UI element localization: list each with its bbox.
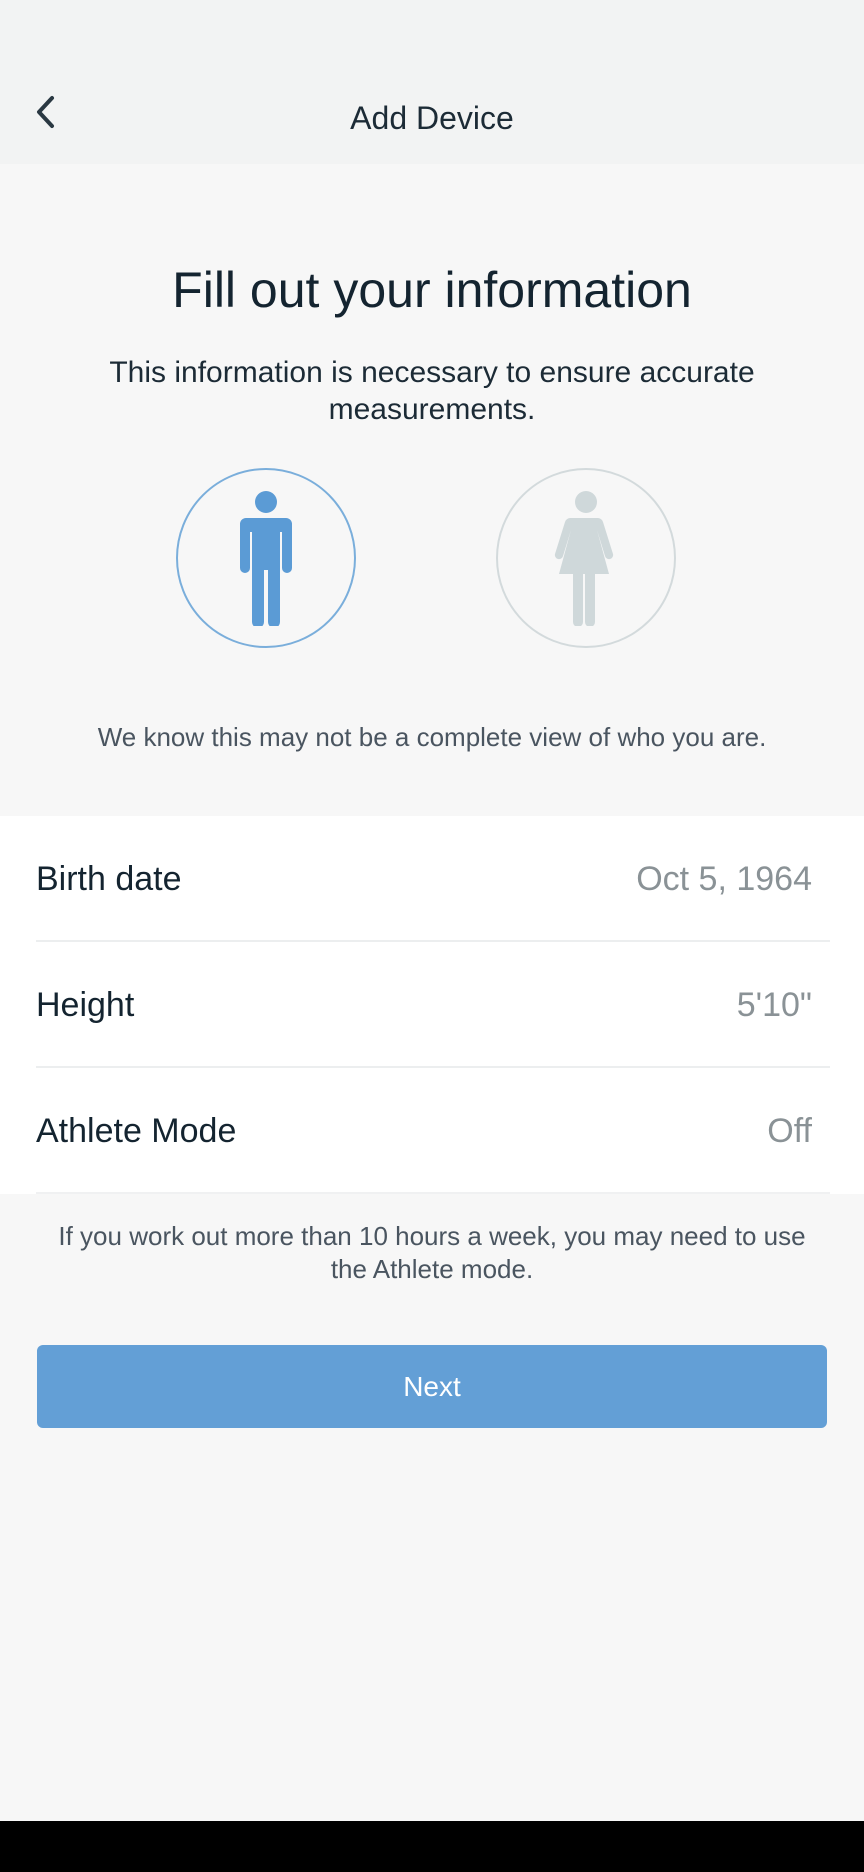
status-bar: [0, 0, 864, 64]
birth-date-label: Birth date: [36, 860, 182, 898]
page-subtitle: This information is necessary to ensure …: [109, 356, 755, 426]
next-button[interactable]: Next: [37, 1345, 827, 1428]
gender-option-male[interactable]: [176, 468, 356, 648]
height-value: 5'10": [736, 986, 812, 1024]
athlete-mode-label: Athlete Mode: [36, 1112, 237, 1150]
disclaimer-text: We know this may not be a complete view …: [97, 722, 767, 752]
athlete-mode-value: Off: [767, 1112, 812, 1150]
settings-list: Birth date Oct 5, 1964 Height 5'10" Athl…: [0, 816, 864, 1194]
gender-option-female[interactable]: [496, 468, 676, 648]
header-title: Add Device: [350, 100, 514, 136]
intro-section: Fill out your information This informati…: [0, 164, 864, 816]
page-title: Fill out your information: [172, 262, 692, 318]
app-header: Add Device: [0, 64, 864, 164]
athlete-mode-note: If you work out more than 10 hours a wee…: [58, 1221, 806, 1284]
athlete-mode-row[interactable]: Athlete Mode Off: [36, 1068, 830, 1194]
height-label: Height: [36, 986, 135, 1024]
birth-date-row[interactable]: Birth date Oct 5, 1964: [36, 816, 830, 942]
birth-date-value: Oct 5, 1964: [636, 860, 812, 898]
system-nav-bar: [0, 1821, 864, 1872]
male-person-icon: [240, 491, 292, 626]
female-person-icon: [554, 491, 614, 626]
height-row[interactable]: Height 5'10": [36, 942, 830, 1068]
